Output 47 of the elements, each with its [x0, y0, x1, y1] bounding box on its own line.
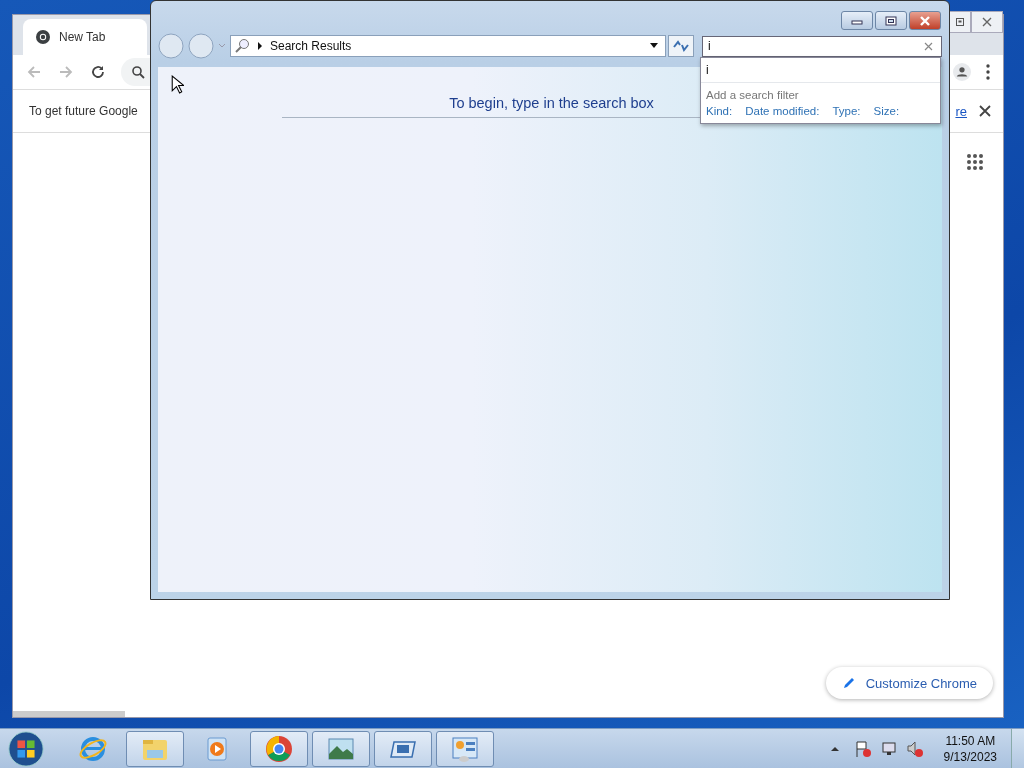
customize-chrome-button[interactable]: Customize Chrome — [825, 667, 993, 699]
refresh-button[interactable] — [668, 35, 694, 57]
network-icon[interactable] — [879, 739, 898, 758]
close-button[interactable] — [909, 11, 941, 30]
chrome-icon — [264, 733, 294, 764]
breadcrumb-arrow-icon — [256, 41, 264, 51]
taskbar-button[interactable] — [374, 730, 432, 767]
close-icon — [918, 15, 932, 26]
close-icon[interactable] — [979, 105, 991, 117]
menu-icon[interactable] — [985, 63, 991, 81]
apps-grid-icon[interactable] — [966, 153, 984, 171]
taskbar-button[interactable] — [312, 730, 370, 767]
restore-icon — [885, 15, 897, 26]
chrome-icon — [35, 29, 51, 45]
filter-link[interactable]: Type: — [832, 105, 861, 117]
taskbar-button[interactable] — [126, 730, 184, 767]
empty-message: To begin, type in the search box — [449, 95, 654, 111]
restore-icon — [955, 17, 965, 27]
browser-tab[interactable]: New Tab — [23, 19, 147, 55]
close-icon — [980, 17, 994, 27]
dropdown-arrow-icon[interactable] — [649, 43, 659, 49]
mouse-pointer-icon — [171, 75, 184, 94]
pencil-icon — [841, 676, 856, 690]
infobar-message: To get future Google — [29, 104, 138, 118]
close-button[interactable] — [971, 11, 1003, 33]
restore-button[interactable] — [875, 11, 907, 30]
filter-link[interactable]: Kind: — [706, 105, 733, 117]
search-field[interactable]: i — [702, 35, 942, 57]
filter-link[interactable]: Size: — [873, 105, 900, 117]
speaker-muted-icon[interactable] — [905, 739, 924, 758]
clock[interactable]: 11:50 AM 9/13/2023 — [943, 732, 997, 765]
taskbar-button[interactable] — [436, 730, 494, 767]
search-icon — [131, 65, 145, 79]
infobar-link[interactable]: re — [955, 103, 967, 119]
start-button[interactable] — [6, 729, 46, 768]
address-bar[interactable]: Search Results — [230, 35, 666, 57]
clear-icon[interactable] — [924, 41, 933, 51]
taskbar-button[interactable] — [250, 730, 308, 767]
filter-link[interactable]: Date modified: — [745, 105, 820, 117]
restore-button[interactable] — [949, 11, 971, 33]
flag-icon[interactable] — [853, 739, 872, 758]
profile-icon[interactable] — [953, 63, 971, 81]
reload-icon[interactable] — [89, 63, 107, 81]
search-icon — [234, 38, 250, 54]
suggestion-item[interactable]: i — [701, 58, 940, 83]
filter-heading: Add a search filter — [705, 88, 800, 103]
show-hidden-icons-arrow[interactable] — [829, 745, 840, 752]
